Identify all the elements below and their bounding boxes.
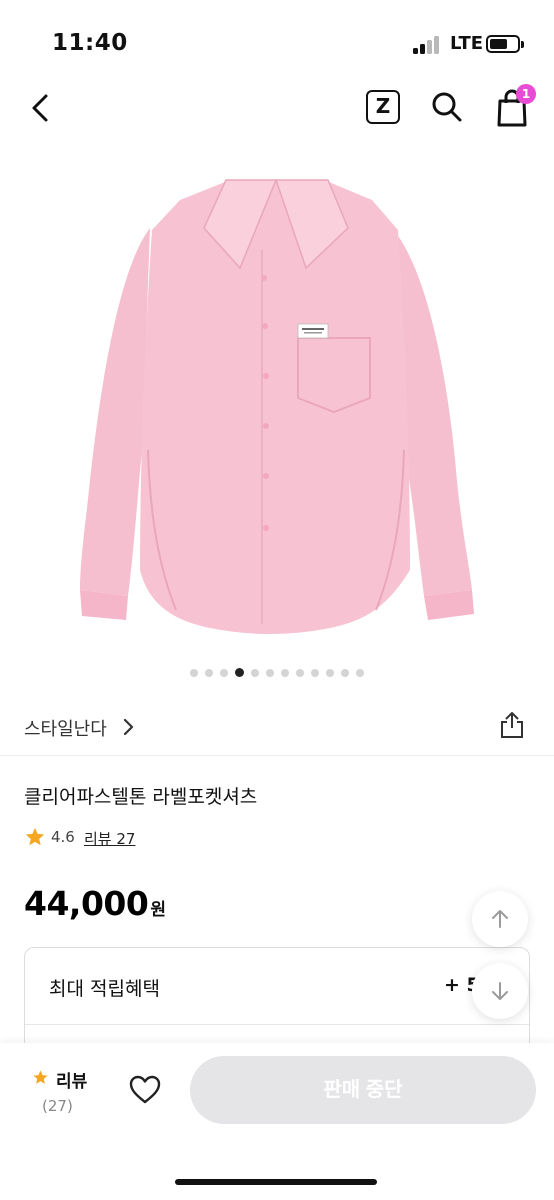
network-type: LTE xyxy=(450,33,484,54)
star-icon xyxy=(25,827,45,846)
product-title: 클리어파스텔톤 라벨포켓셔츠 xyxy=(24,786,258,808)
arrow-up-icon xyxy=(492,910,508,928)
review-label[interactable]: 리뷰 xyxy=(56,1067,87,1092)
carousel-dot[interactable] xyxy=(311,669,319,677)
share-button[interactable] xyxy=(498,710,526,740)
scroll-down-button[interactable] xyxy=(472,963,528,1019)
brand-row: 스타일난다 xyxy=(0,700,554,756)
status-time: 11:40 xyxy=(52,30,128,56)
pink-shirt-image xyxy=(80,179,474,634)
share-icon xyxy=(501,712,523,738)
divider xyxy=(25,1024,529,1025)
price-currency: 원 xyxy=(150,900,166,920)
bottom-action-bar: 리뷰 (27) 판매 중단 xyxy=(0,1043,554,1200)
top-nav: Z 1 xyxy=(0,80,554,136)
carousel-dot[interactable] xyxy=(251,669,259,677)
heart-icon xyxy=(129,1075,161,1104)
search-button[interactable] xyxy=(428,88,466,126)
home-indicator xyxy=(175,1179,377,1185)
review-count: (27) xyxy=(42,1097,73,1115)
carousel-dot[interactable] xyxy=(341,669,349,677)
sold-out-button[interactable]: 판매 중단 xyxy=(190,1056,536,1124)
back-button[interactable] xyxy=(24,88,60,128)
rating-value: 4.6 xyxy=(51,828,75,846)
product-image[interactable] xyxy=(0,150,554,660)
carousel-dot[interactable] xyxy=(205,669,213,677)
carousel-dot[interactable] xyxy=(220,669,228,677)
carousel-dot[interactable] xyxy=(266,669,274,677)
brand-link[interactable]: 스타일난다 xyxy=(24,715,107,741)
status-bar: 11:40 LTE xyxy=(0,0,554,80)
arrow-down-icon xyxy=(492,982,508,1000)
carousel-dot[interactable] xyxy=(235,668,244,677)
carousel-dot[interactable] xyxy=(281,669,289,677)
carousel-dot[interactable] xyxy=(356,669,364,677)
carousel-dot[interactable] xyxy=(190,669,198,677)
image-carousel-dots[interactable] xyxy=(0,668,554,680)
review-star-icon xyxy=(33,1070,48,1084)
price-value: 44,000 xyxy=(24,884,149,923)
wishlist-button[interactable] xyxy=(128,1073,162,1107)
cellular-signal-icon xyxy=(413,36,443,54)
benefit-label: 최대 적립혜택 xyxy=(49,978,160,1000)
search-icon xyxy=(432,92,462,122)
scroll-up-button[interactable] xyxy=(472,891,528,947)
cart-button[interactable]: 1 xyxy=(494,84,538,128)
cart-count-badge: 1 xyxy=(516,84,536,104)
chevron-right-icon xyxy=(123,718,134,736)
chevron-left-icon xyxy=(32,94,48,122)
carousel-dot[interactable] xyxy=(326,669,334,677)
carousel-dot[interactable] xyxy=(296,669,304,677)
z-logo-button[interactable]: Z xyxy=(366,90,400,124)
battery-icon xyxy=(486,35,524,53)
price-row: 44,000 원 xyxy=(24,884,166,924)
review-link[interactable]: 리뷰 27 xyxy=(84,828,135,849)
